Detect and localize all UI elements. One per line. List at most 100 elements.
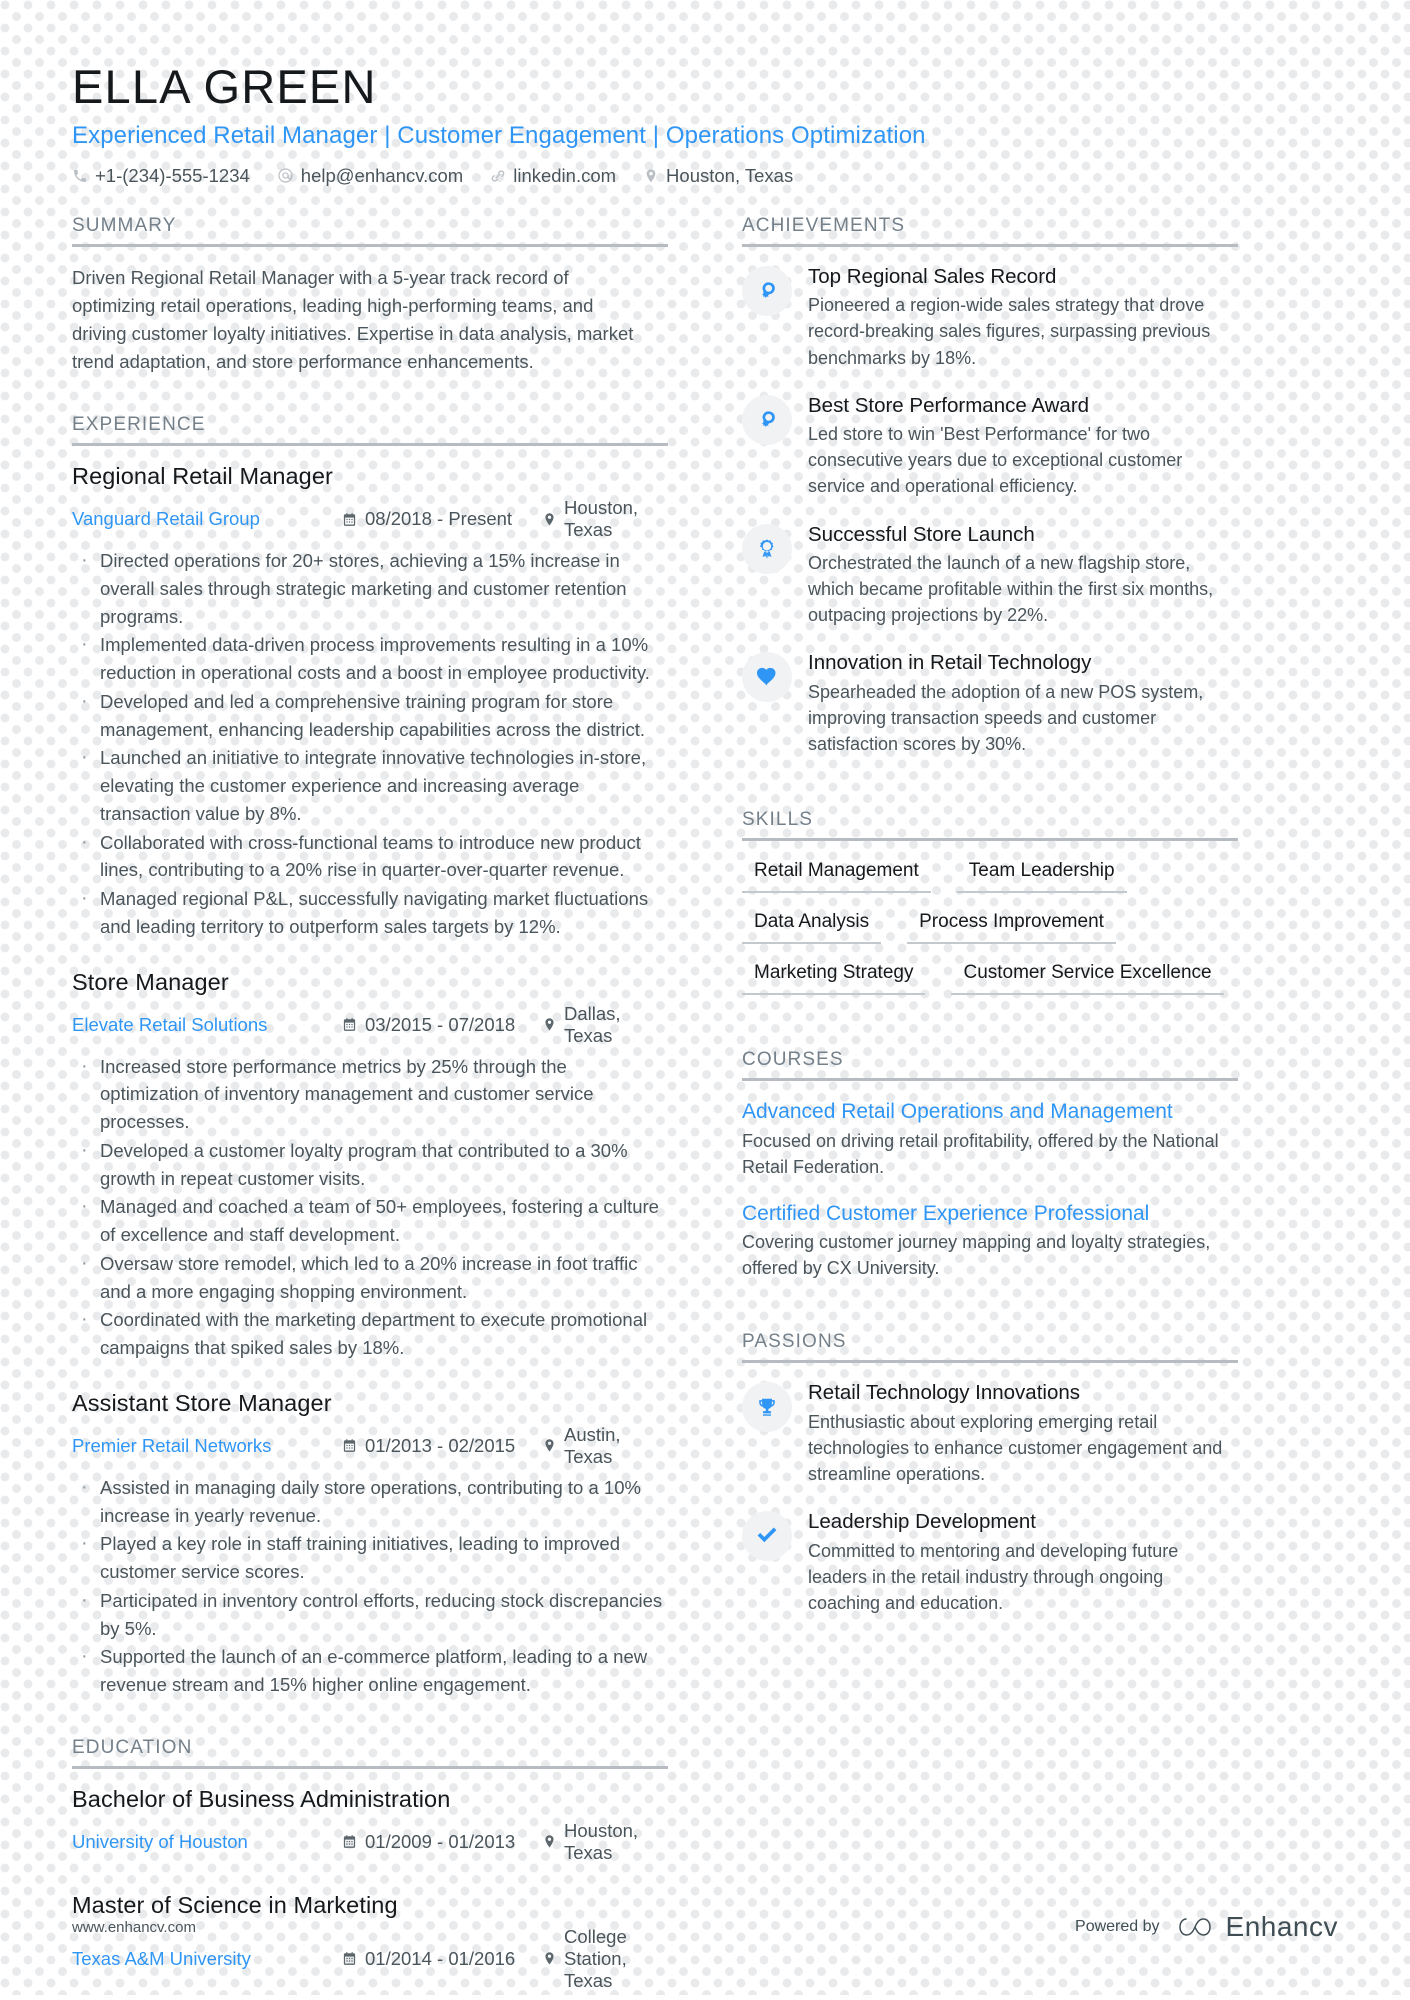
contact-phone[interactable]: +1-(234)-555-1234 [72,165,250,187]
job-title: Regional Retail Manager [72,463,333,490]
company-name[interactable]: Vanguard Retail Group [72,508,342,530]
job-date-text: 08/2018 - Present [365,508,513,530]
resume-page: ELLA GREEN Experienced Retail Manager | … [0,0,1410,1995]
job-location: Austin, Texas [542,1424,668,1468]
section-divider [742,1360,1238,1364]
section-passions: PASSIONS Retail Technology Innovations E… [742,1331,1238,1616]
achievement-desc: Spearheaded the adoption of a new POS sy… [808,682,1204,755]
bullet-item: Directed operations for 20+ stores, achi… [72,545,668,630]
bullet-item: Supported the launch of an e-commerce pl… [72,1641,668,1699]
passion-desc: Enthusiastic about exploring emerging re… [808,1411,1223,1485]
achievement-body: Top Regional Sales Record Pioneered a re… [808,264,1238,371]
experience-entry: Assistant Store Manager Premier Retail N… [72,1390,668,1699]
page-footer: www.enhancv.com Powered by Enhancv [72,1911,1338,1943]
course-desc: Covering customer journey mapping and lo… [742,1232,1211,1279]
bullet-item: Launched an initiative to integrate inno… [72,742,668,827]
job-location-text: Austin, Texas [564,1423,621,1467]
job-meta: Premier Retail Networks 01/2013 - 02/201… [72,1424,668,1468]
contact-location-text: Houston, Texas [666,164,794,186]
company-name[interactable]: Elevate Retail Solutions [72,1014,342,1036]
award-medal-icon: 1 [742,523,792,574]
enhancv-wordmark: Enhancv [1225,1911,1338,1942]
contact-email-text: help@enhancv.com [300,164,464,186]
job-location-text: Houston, Texas [564,497,639,541]
passion-title: Leadership Development [808,1510,1036,1534]
contact-row: +1-(234)-555-1234 help@enhancv.com linke… [72,165,1338,187]
achievement-item: Best Store Performance Award Led store t… [742,393,1238,500]
email-icon [277,167,294,184]
job-title: Assistant Store Manager [72,1389,332,1416]
bullet-item: Assisted in managing daily store operati… [72,1472,668,1530]
course-title[interactable]: Certified Customer Experience Profession… [742,1200,1238,1227]
job-meta: Vanguard Retail Group 08/2018 - Present [72,497,668,541]
passion-desc: Committed to mentoring and developing fu… [808,1540,1179,1614]
achievement-title: Top Regional Sales Record [808,264,1057,288]
bullet-item: Developed and led a comprehensive traini… [72,686,668,744]
achievement-title: Innovation in Retail Technology [808,651,1092,675]
job-bullets: Assisted in managing daily store operati… [72,1472,668,1699]
contact-phone-text: +1-(234)-555-1234 [95,164,250,186]
section-title-courses: COURSES [742,1049,844,1071]
left-column: SUMMARY Driven Regional Retail Manager w… [72,215,668,2000]
achievement-title: Best Store Performance Award [808,393,1090,417]
calendar-icon [342,512,357,527]
education-date-text: 01/2014 - 01/2016 [365,1947,516,1969]
school-name[interactable]: Texas A&M University [72,1948,342,1970]
achievement-desc: Pioneered a region-wide sales strategy t… [808,295,1211,368]
contact-linkedin[interactable]: linkedin.com [490,165,616,187]
job-location: Houston, Texas [542,497,668,541]
location-icon [542,1017,557,1032]
achievement-body: Innovation in Retail Technology Spearhea… [808,650,1238,757]
experience-entry: Regional Retail Manager Vanguard Retail … [72,463,668,941]
achievement-body: Best Store Performance Award Led store t… [808,393,1238,500]
bullet-item: Increased store performance metrics by 2… [72,1051,668,1136]
section-title-experience: EXPERIENCE [72,414,206,436]
achievement-title: Successful Store Launch [808,522,1035,546]
section-education: EDUCATION Bachelor of Business Administr… [72,1737,668,1992]
job-date: 08/2018 - Present [342,508,542,530]
achievement-item: Innovation in Retail Technology Spearhea… [742,650,1238,757]
achievement-desc: Orchestrated the launch of a new flagshi… [808,553,1214,626]
section-experience: EXPERIENCE Regional Retail Manager Vangu… [72,414,668,1699]
bullet-item: Developed a customer loyalty program tha… [72,1135,668,1193]
calendar-icon [342,1438,357,1453]
passion-item: Leadership Development Committed to ment… [742,1509,1238,1616]
skill-chip: Customer Service Excellence [951,960,1224,996]
location-icon [542,512,557,527]
course-desc: Focused on driving retail profitability,… [742,1130,1219,1177]
school-name[interactable]: University of Houston [72,1831,342,1853]
achievement-item: 1 Successful Store Launch Orchestrated t… [742,522,1238,629]
job-date: 03/2015 - 07/2018 [342,1014,542,1036]
section-divider [72,1765,668,1769]
bullet-item: Played a key role in staff training init… [72,1528,668,1586]
passion-body: Leadership Development Committed to ment… [808,1509,1238,1616]
bullet-item: Implemented data-driven process improvem… [72,629,668,687]
achievement-desc: Led store to win 'Best Performance' for … [808,424,1183,497]
location-icon [643,168,659,184]
education-date: 01/2014 - 01/2016 [342,1948,542,1970]
footer-url[interactable]: www.enhancv.com [72,1919,196,1936]
education-meta: University of Houston 01/2009 - 01/2013 [72,1820,668,1864]
section-divider [742,1078,1238,1082]
contact-email[interactable]: help@enhancv.com [277,165,463,187]
calendar-icon [342,1834,357,1849]
bullet-item: Collaborated with cross-functional teams… [72,827,668,885]
head-profile-icon [742,265,792,316]
company-name[interactable]: Premier Retail Networks [72,1435,342,1457]
achievement-body: Successful Store Launch Orchestrated the… [808,522,1238,629]
section-title-summary: SUMMARY [72,214,177,236]
job-title: Store Manager [72,968,229,995]
job-location: Dallas, Texas [542,1003,668,1047]
section-title-skills: SKILLS [742,809,814,831]
skill-chip: Data Analysis [742,909,882,945]
location-icon [542,1951,557,1966]
course-title[interactable]: Advanced Retail Operations and Managemen… [742,1098,1238,1125]
link-icon [490,168,506,184]
skill-chip: Retail Management [742,858,931,894]
location-icon [542,1438,557,1453]
summary-text: Driven Regional Retail Manager with a 5-… [72,266,634,373]
contact-linkedin-text: linkedin.com [513,164,617,186]
achievement-item: Top Regional Sales Record Pioneered a re… [742,264,1238,371]
